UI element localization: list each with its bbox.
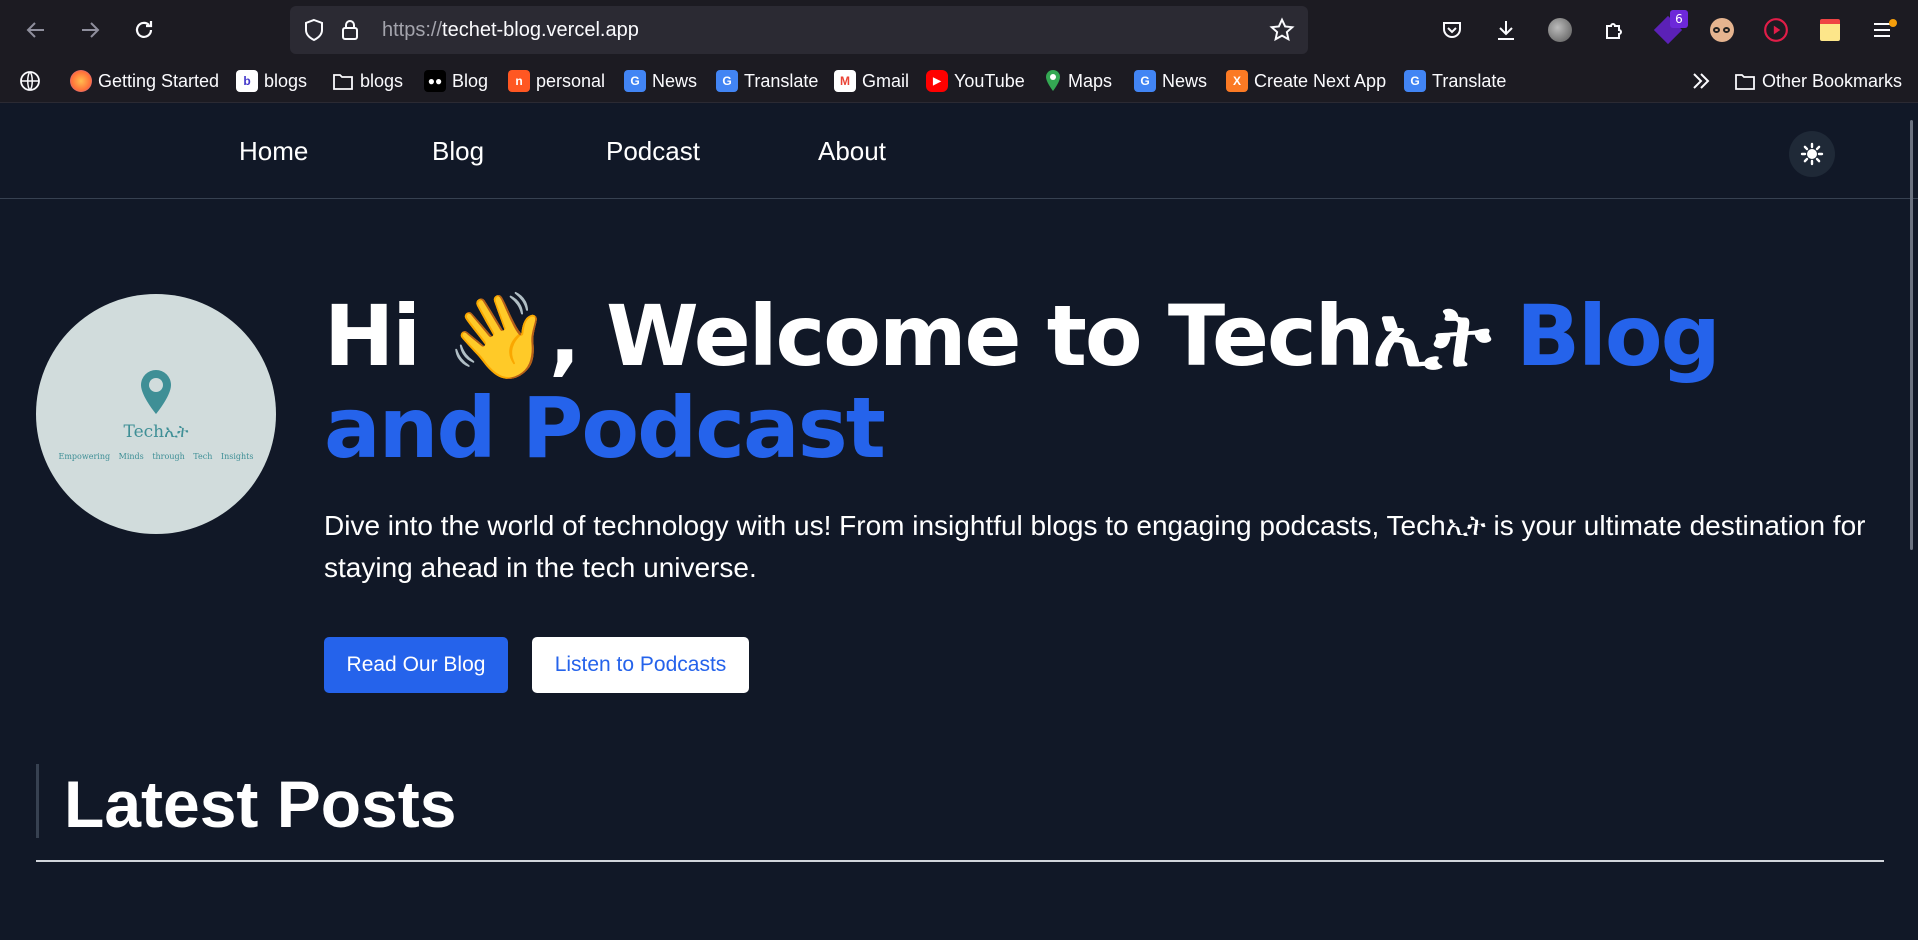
extension-diamond-icon[interactable]: 6 bbox=[1652, 10, 1688, 46]
youtube-icon: ▶ bbox=[926, 70, 948, 92]
nav-blog-link[interactable]: Blog bbox=[432, 136, 484, 167]
logo-name: Techኢት bbox=[123, 422, 189, 442]
bookmark-label: Getting Started bbox=[98, 70, 220, 91]
other-bookmarks[interactable]: Other Bookmarks bbox=[1734, 68, 1902, 94]
bookmark-translate-2[interactable]: G Translate bbox=[1404, 68, 1506, 94]
bookmark-label: Gmail bbox=[862, 70, 910, 91]
bookmark-translate-1[interactable]: G Translate bbox=[716, 68, 818, 94]
hero-description: Dive into the world of technology with u… bbox=[324, 510, 1866, 583]
map-pin-logo-icon bbox=[141, 370, 171, 414]
extension-face-icon[interactable] bbox=[1706, 14, 1738, 46]
theme-toggle-button[interactable] bbox=[1789, 131, 1835, 177]
n-icon: n bbox=[508, 70, 530, 92]
bookmark-label: YouTube bbox=[954, 70, 1025, 91]
bookmark-maps[interactable]: Maps bbox=[1044, 68, 1112, 94]
bookmark-youtube[interactable]: ▶ YouTube bbox=[926, 68, 1025, 94]
bookmark-label: Translate bbox=[744, 70, 819, 91]
url-scheme: https:// bbox=[382, 19, 443, 41]
medium-icon: ●● bbox=[424, 70, 446, 92]
back-arrow-icon bbox=[26, 22, 44, 38]
hero-title-white: Hi 👋, Welcome to Techኢት bbox=[324, 287, 1517, 385]
bookmarks-overflow-button[interactable] bbox=[1690, 68, 1712, 94]
bookmark-getting-started[interactable]: Getting Started bbox=[70, 68, 219, 94]
bookmark-globe[interactable] bbox=[18, 68, 42, 94]
back-button[interactable] bbox=[18, 12, 54, 48]
bookmarks-toolbar: Getting Started b blogs blogs ●● Blog n … bbox=[0, 60, 1918, 103]
account-avatar-icon[interactable] bbox=[1544, 14, 1576, 46]
bookmark-label: Translate bbox=[1432, 70, 1507, 91]
maps-pin-icon bbox=[1046, 70, 1060, 91]
extension-notes-icon[interactable] bbox=[1814, 14, 1846, 46]
folder-icon bbox=[1735, 74, 1755, 90]
reload-button[interactable] bbox=[126, 12, 162, 48]
reload-icon bbox=[135, 21, 153, 38]
bookmark-label: personal bbox=[536, 70, 606, 91]
bookmark-label: blogs bbox=[360, 70, 404, 91]
url-text[interactable]: https://techet-blog.vercel.app bbox=[382, 19, 639, 42]
hero-title: Hi 👋, Welcome to Techኢት Blog and Podcast bbox=[324, 290, 1904, 474]
blogger-icon: b bbox=[236, 70, 258, 92]
gmail-icon: M bbox=[834, 70, 856, 92]
globe-icon bbox=[20, 71, 40, 91]
bookmark-star-icon[interactable] bbox=[1268, 16, 1296, 44]
bookmark-news-1[interactable]: G News bbox=[624, 68, 697, 94]
page-scrollbar[interactable] bbox=[1910, 120, 1913, 550]
site-header: Home Blog Podcast About bbox=[0, 102, 1918, 199]
bookmark-blogs-1[interactable]: b blogs bbox=[236, 68, 307, 94]
pocket-icon[interactable] bbox=[1436, 14, 1468, 46]
bookmark-blog[interactable]: ●● Blog bbox=[424, 68, 488, 94]
extension-play-icon[interactable] bbox=[1760, 14, 1792, 46]
folder-icon bbox=[333, 74, 353, 90]
bookmark-blogs-folder[interactable]: blogs bbox=[332, 68, 403, 94]
nav-home-link[interactable]: Home bbox=[239, 136, 308, 167]
extensions-puzzle-icon[interactable] bbox=[1598, 14, 1630, 46]
xampp-icon: X bbox=[1226, 70, 1248, 92]
url-host: techet-blog.vercel.app bbox=[442, 19, 639, 41]
bookmark-personal[interactable]: n personal bbox=[508, 68, 605, 94]
browser-toolbar: https://techet-blog.vercel.app 6 bbox=[0, 0, 1918, 60]
google-translate-icon: G bbox=[716, 70, 738, 92]
bookmark-create-next-app[interactable]: X Create Next App bbox=[1226, 68, 1386, 94]
url-bar[interactable]: https://techet-blog.vercel.app bbox=[290, 6, 1308, 54]
bookmark-label: Maps bbox=[1068, 70, 1113, 91]
extension-badge: 6 bbox=[1670, 10, 1688, 28]
download-icon[interactable] bbox=[1490, 14, 1522, 46]
bookmark-news-2[interactable]: G News bbox=[1134, 68, 1207, 94]
listen-to-podcasts-button[interactable]: Listen to Podcasts bbox=[532, 637, 749, 693]
bookmark-label: News bbox=[652, 70, 698, 91]
bookmark-label: Blog bbox=[452, 70, 489, 91]
google-translate-icon: G bbox=[1404, 70, 1426, 92]
forward-arrow-icon bbox=[82, 22, 100, 38]
latest-posts-heading: Latest Posts bbox=[64, 767, 457, 841]
nav-about-link[interactable]: About bbox=[818, 136, 886, 167]
section-divider bbox=[36, 860, 1884, 862]
bookmark-label: blogs bbox=[264, 70, 308, 91]
firefox-icon bbox=[70, 70, 92, 92]
shield-icon[interactable] bbox=[300, 16, 328, 44]
read-our-blog-button[interactable]: Read Our Blog bbox=[324, 637, 508, 693]
other-bookmarks-label: Other Bookmarks bbox=[1762, 70, 1903, 91]
menu-icon[interactable] bbox=[1868, 14, 1900, 46]
google-news-icon: G bbox=[624, 70, 646, 92]
sun-icon bbox=[1800, 142, 1824, 166]
section-accent-bar bbox=[36, 764, 39, 838]
nav-podcast-link[interactable]: Podcast bbox=[606, 136, 700, 167]
logo-tagline: Empowering Minds through Tech Insights bbox=[58, 452, 254, 461]
forward-button[interactable] bbox=[72, 12, 108, 48]
bookmark-label: News bbox=[1162, 70, 1208, 91]
bookmark-label: Create Next App bbox=[1254, 70, 1387, 91]
bookmark-gmail[interactable]: M Gmail bbox=[834, 68, 909, 94]
double-chevron-right-icon bbox=[1693, 73, 1710, 89]
lock-icon[interactable] bbox=[336, 16, 364, 44]
site-logo: Techኢት Empowering Minds through Tech Ins… bbox=[36, 294, 276, 534]
google-news-icon: G bbox=[1134, 70, 1156, 92]
